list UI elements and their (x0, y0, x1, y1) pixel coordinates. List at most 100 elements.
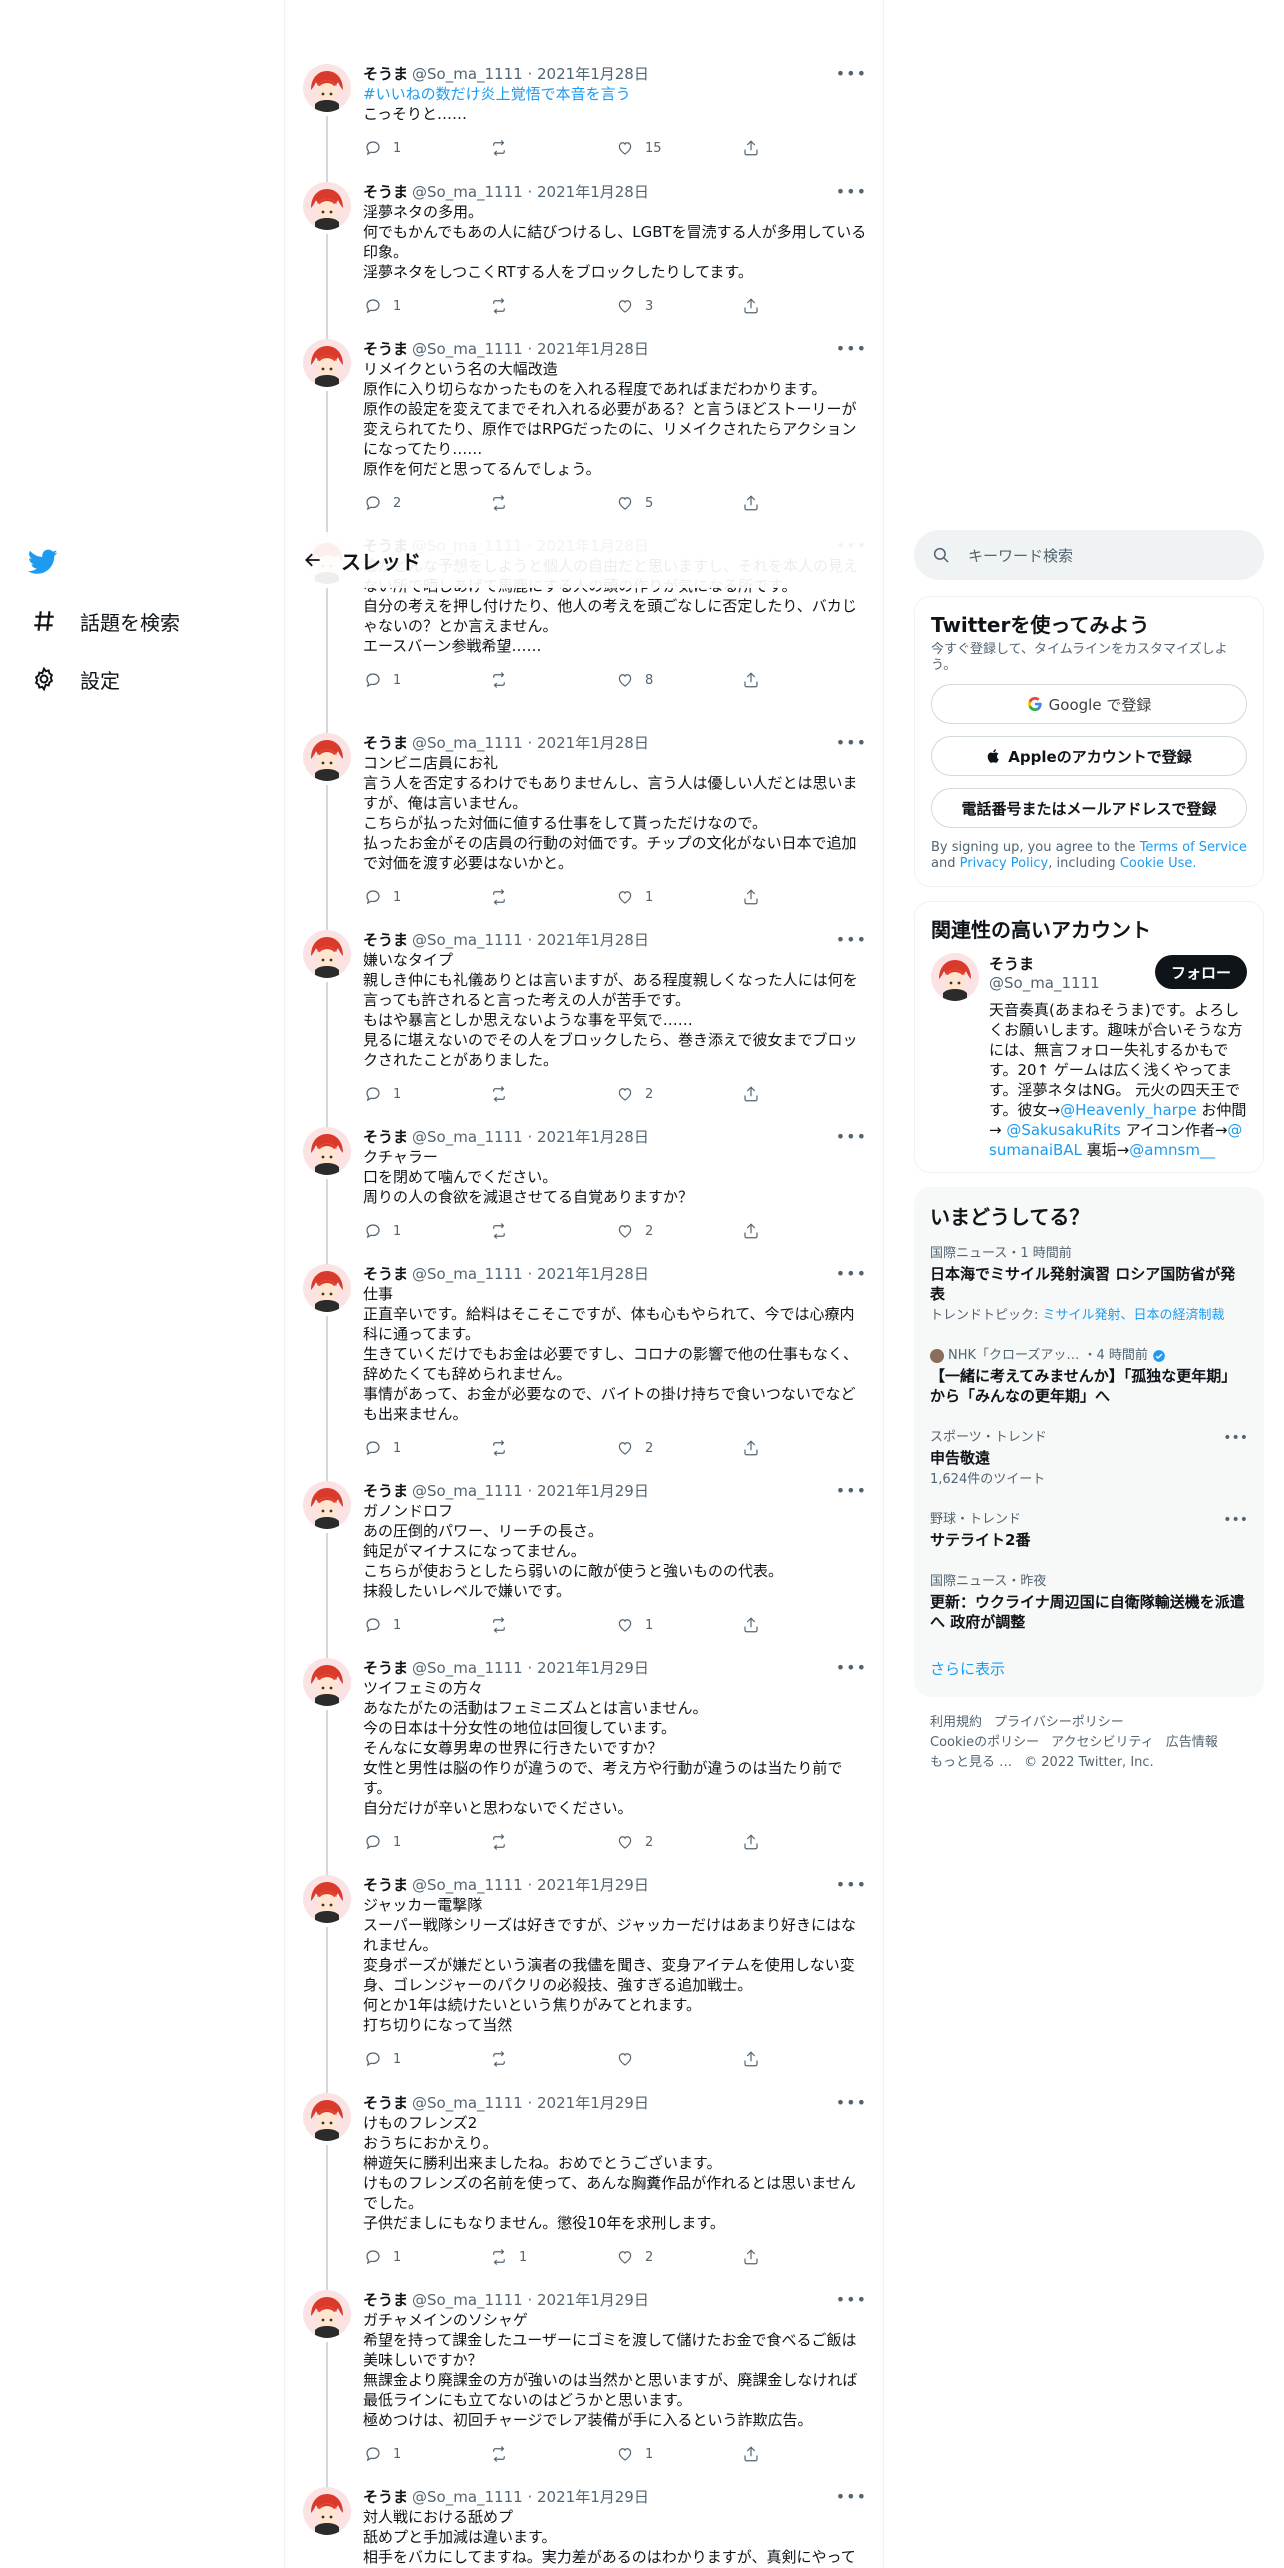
author-handle[interactable]: @So_ma_1111 (412, 182, 523, 202)
tweet-date[interactable]: 2021年1月29日 (537, 2093, 649, 2113)
more-icon[interactable]: ••• (836, 2487, 867, 2506)
share-button[interactable] (741, 2444, 867, 2464)
author-name[interactable]: そうま (363, 1264, 408, 1284)
more-icon[interactable]: ••• (1223, 1430, 1248, 1446)
reply-button[interactable]: 1 (363, 296, 489, 316)
bio-link-1[interactable]: @Heavenly_harpe (1060, 1101, 1196, 1119)
author-handle[interactable]: @So_ma_1111 (412, 2290, 523, 2310)
tweet-date[interactable]: 2021年1月28日 (537, 339, 649, 359)
avatar[interactable] (303, 1264, 351, 1312)
more-icon[interactable]: ••• (836, 2093, 867, 2112)
author-handle[interactable]: @So_ma_1111 (412, 1481, 523, 1501)
retweet-button[interactable] (489, 1221, 615, 1241)
hashtag-link[interactable]: #いいねの数だけ炎上覚悟で本音を言う (363, 84, 867, 104)
avatar[interactable] (303, 2487, 351, 2535)
like-button[interactable]: 2 (615, 2247, 741, 2267)
retweet-button[interactable] (489, 1084, 615, 1104)
reply-button[interactable]: 1 (363, 2049, 489, 2069)
footer-privacy[interactable]: プライバシーポリシー (994, 1715, 1124, 1730)
like-button[interactable]: 3 (615, 296, 741, 316)
author-name[interactable]: そうま (363, 1658, 408, 1678)
author-handle[interactable]: @So_ma_1111 (412, 1264, 523, 1284)
like-button[interactable]: 2 (615, 1438, 741, 1458)
more-icon[interactable]: ••• (836, 1875, 867, 1894)
author-name[interactable]: そうま (363, 2290, 408, 2310)
more-icon[interactable]: ••• (836, 1481, 867, 1500)
share-button[interactable] (741, 1084, 867, 1104)
share-button[interactable] (741, 2247, 867, 2267)
retweet-button[interactable] (489, 1615, 615, 1635)
more-icon[interactable]: ••• (836, 64, 867, 83)
share-button[interactable] (741, 1832, 867, 1852)
avatar[interactable] (303, 930, 351, 978)
retweet-button[interactable]: 1 (489, 2247, 615, 2267)
footer-cookie[interactable]: Cookieのポリシー (930, 1735, 1039, 1750)
reply-button[interactable]: 1 (363, 2247, 489, 2267)
like-button[interactable]: 2 (615, 1084, 741, 1104)
avatar[interactable] (303, 182, 351, 230)
author-name[interactable]: そうま (363, 1481, 408, 1501)
avatar[interactable] (303, 1127, 351, 1175)
trend-item[interactable]: 国際ニュース・昨夜 更新：ウクライナ周辺国に自衛隊輸送機を派遣へ 政府が調整 (914, 1562, 1264, 1644)
tweet-date[interactable]: 2021年1月29日 (537, 1875, 649, 1895)
share-button[interactable] (741, 670, 867, 690)
trend-item[interactable]: NHK「クローズアッ… ・4 時間前 【一緒に考えてみませんか】「孤独な更年期」… (914, 1336, 1264, 1418)
share-button[interactable] (741, 493, 867, 513)
trend-item[interactable]: 野球・トレンド サテライト2番 ••• (914, 1500, 1264, 1562)
like-button[interactable]: 1 (615, 1615, 741, 1635)
nav-settings[interactable]: 設定 (28, 650, 268, 708)
more-icon[interactable]: ••• (836, 1658, 867, 1677)
like-button[interactable]: 5 (615, 493, 741, 513)
retweet-button[interactable] (489, 138, 615, 158)
more-icon[interactable]: ••• (836, 1264, 867, 1283)
nav-explore[interactable]: 話題を検索 (28, 592, 268, 650)
trend-topic-link[interactable]: ミサイル発射、日本の経済制裁 (1043, 1308, 1225, 1323)
tweet-date[interactable]: 2021年1月28日 (537, 182, 649, 202)
footer-terms[interactable]: 利用規約 (930, 1715, 982, 1730)
retweet-button[interactable] (489, 2444, 615, 2464)
privacy-link[interactable]: Privacy Policy (960, 856, 1049, 871)
author-handle[interactable]: @So_ma_1111 (412, 1658, 523, 1678)
author-name[interactable]: そうま (363, 2487, 408, 2507)
tweet-date[interactable]: 2021年1月29日 (537, 1658, 649, 1678)
tweet-date[interactable]: 2021年1月28日 (537, 1127, 649, 1147)
author-name[interactable]: そうま (363, 64, 408, 84)
tweet-date[interactable]: 2021年1月28日 (537, 64, 649, 84)
bio-link-2[interactable]: @SakusakuRits (1006, 1121, 1120, 1139)
cookie-link[interactable]: Cookie Use. (1120, 856, 1197, 871)
footer-ads[interactable]: 広告情報 (1166, 1735, 1218, 1750)
trend-item[interactable]: 国際ニュース・1 時間前 日本海でミサイル発射演習 ロシア国防省が発表 トレンド… (914, 1234, 1264, 1336)
terms-link[interactable]: Terms of Service (1140, 840, 1247, 855)
reply-button[interactable]: 1 (363, 1084, 489, 1104)
retweet-button[interactable] (489, 1438, 615, 1458)
more-icon[interactable]: ••• (836, 930, 867, 949)
trend-item[interactable]: スポーツ・トレンド 申告敬遠 1,624件のツイート ••• (914, 1418, 1264, 1500)
footer-accessibility[interactable]: アクセシビリティ (1051, 1735, 1154, 1750)
show-more-link[interactable]: さらに表示 (914, 1644, 1264, 1697)
avatar[interactable] (303, 1875, 351, 1923)
author-name[interactable]: そうま (363, 1875, 408, 1895)
more-icon[interactable]: ••• (836, 339, 867, 358)
reply-button[interactable]: 1 (363, 1832, 489, 1852)
author-handle[interactable]: @So_ma_1111 (412, 733, 523, 753)
tweet-date[interactable]: 2021年1月28日 (537, 930, 649, 950)
tweet-date[interactable]: 2021年1月29日 (537, 2290, 649, 2310)
share-button[interactable] (741, 1615, 867, 1635)
more-icon[interactable]: ••• (836, 182, 867, 201)
like-button[interactable]: 15 (615, 138, 741, 158)
tweet-date[interactable]: 2021年1月28日 (537, 1264, 649, 1284)
avatar[interactable] (303, 339, 351, 387)
bio-link-4[interactable]: @amnsm__ (1129, 1141, 1215, 1159)
more-icon[interactable]: ••• (836, 2290, 867, 2309)
author-handle[interactable]: @So_ma_1111 (412, 64, 523, 84)
author-handle[interactable]: @So_ma_1111 (412, 2093, 523, 2113)
tweet-date[interactable]: 2021年1月29日 (537, 2487, 649, 2507)
author-handle[interactable]: @So_ma_1111 (412, 930, 523, 950)
avatar[interactable] (303, 1481, 351, 1529)
author-name[interactable]: そうま (363, 930, 408, 950)
avatar[interactable] (303, 64, 351, 112)
search-input[interactable]: キーワード検索 (914, 530, 1264, 580)
reply-button[interactable]: 1 (363, 1615, 489, 1635)
reply-button[interactable]: 1 (363, 138, 489, 158)
avatar[interactable] (303, 733, 351, 781)
